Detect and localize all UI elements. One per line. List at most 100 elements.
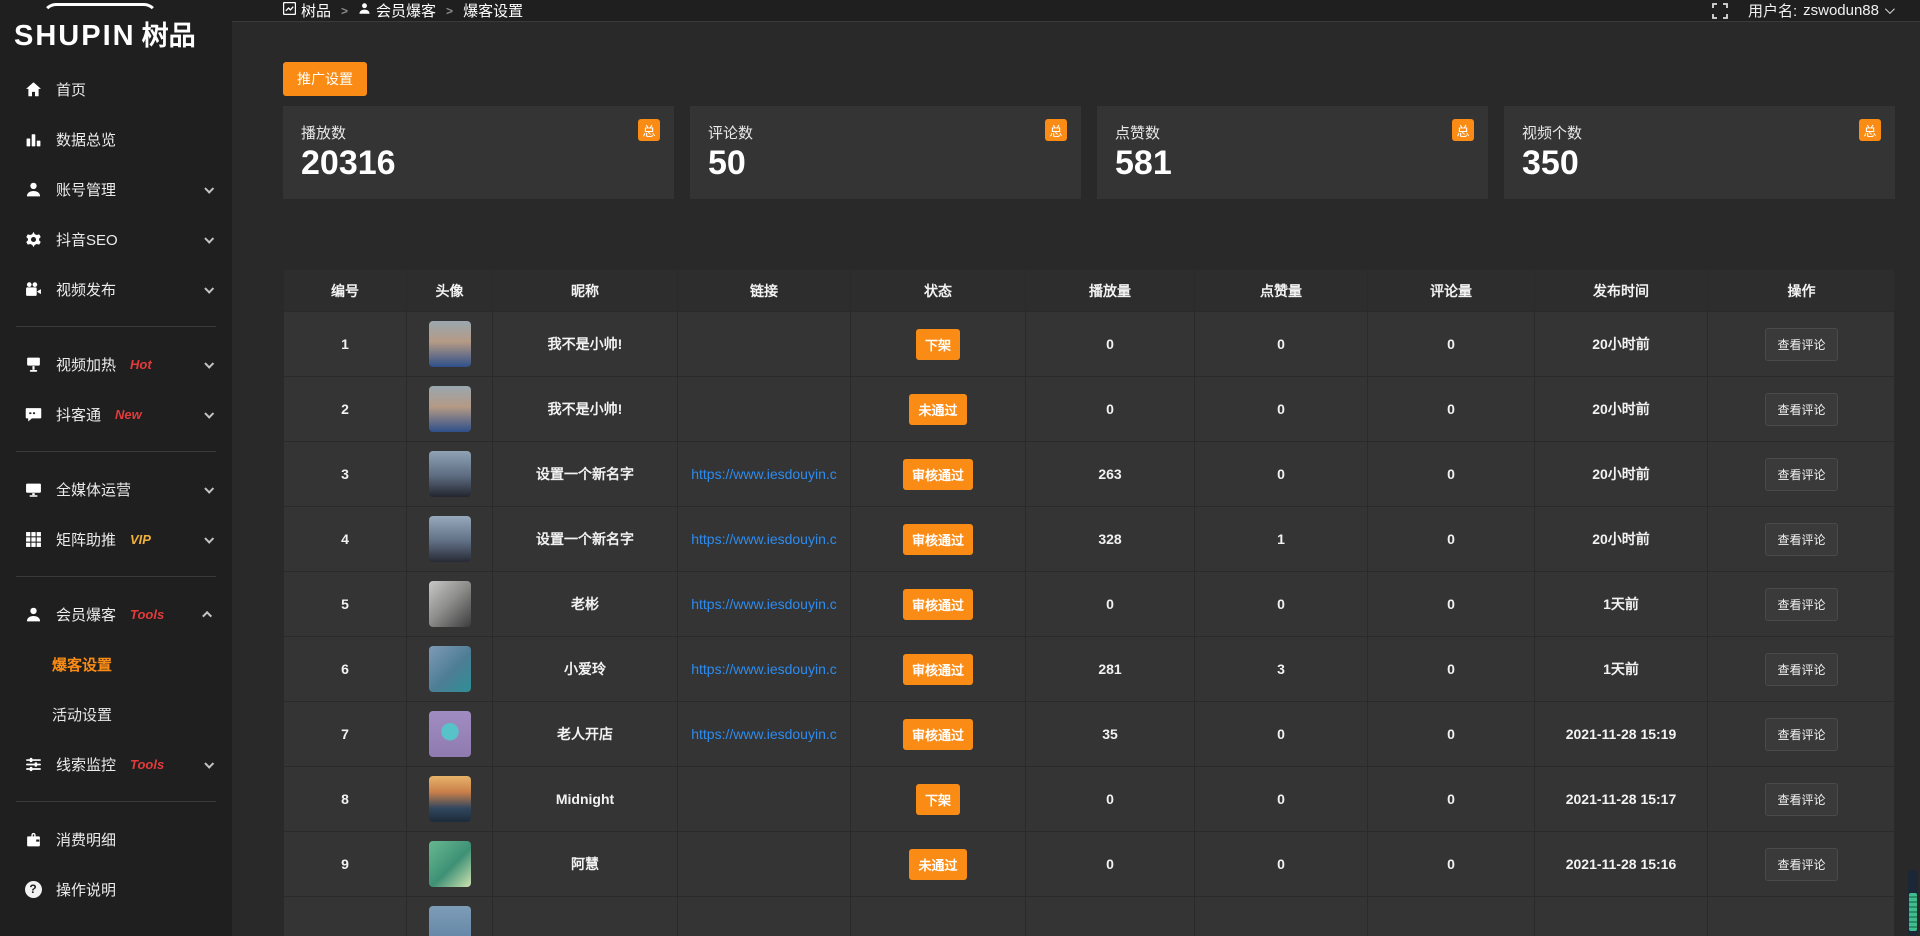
question-circle-icon: ? [24,881,42,898]
video-link[interactable] [678,377,851,441]
cell-likes [1195,897,1368,936]
bar-chart-icon [24,131,42,148]
dashboard-icon [283,2,296,19]
briefcase-icon [24,831,42,848]
cell-nickname: 设置一个新名字 [493,507,678,571]
sidebar-item-media-ops[interactable]: 全媒体运营 [0,464,232,514]
chevron-up-icon [202,610,212,620]
sidebar-item-matrix-boost[interactable]: 矩阵助推 VIP [0,514,232,564]
cell-nickname: 阿慧 [493,832,678,896]
sidebar-item-home[interactable]: 首页 [0,64,232,114]
cell-status: 未通过 [851,832,1026,896]
cell-status: 下架 [851,767,1026,831]
cell-time: 1天前 [1535,637,1708,701]
total-badge: 总 [638,119,660,141]
submenu-item-label: 活动设置 [52,704,112,725]
breadcrumb: 树品 > 会员爆客 > 爆客设置 [283,0,523,21]
breadcrumb-item-member-baoke[interactable]: 会员爆客 [358,0,436,21]
status-badge: 审核通过 [903,459,973,490]
caret-down-icon [1885,4,1895,14]
cell-id: 5 [284,572,407,636]
video-link[interactable]: https://www.iesdouyin.c [678,702,851,766]
scrollbar-thumb[interactable] [1909,893,1917,931]
sidebar-item-douyin-seo[interactable]: 抖音SEO [0,214,232,264]
sidebar-item-clue-monitor[interactable]: 线索监控 Tools [0,739,232,789]
sidebar-item-doukertong[interactable]: 抖客通 New [0,389,232,439]
cell-comments: 0 [1368,377,1535,441]
col-header-nickname: 昵称 [493,270,678,311]
cell-action: 查看评论 [1708,702,1895,766]
total-badge: 总 [1859,119,1881,141]
status-badge: 审核通过 [903,719,973,750]
sidebar-item-data-overview[interactable]: 数据总览 [0,114,232,164]
view-comments-button[interactable]: 查看评论 [1765,718,1837,751]
sidebar-item-video-heat[interactable]: 视频加热 Hot [0,339,232,389]
sidebar-item-label: 抖客通 [56,404,101,425]
sidebar-item-label: 数据总览 [56,129,116,150]
view-comments-button[interactable]: 查看评论 [1765,783,1837,816]
promo-settings-button[interactable]: 推广设置 [283,62,367,96]
chevron-down-icon [204,183,214,193]
view-comments-button[interactable]: 查看评论 [1765,523,1837,556]
cell-id: 7 [284,702,407,766]
view-comments-button[interactable]: 查看评论 [1765,588,1837,621]
cell-comments: 0 [1368,637,1535,701]
cell-time: 20小时前 [1535,377,1708,441]
person-icon [358,2,371,19]
sidebar-item-help[interactable]: ? 操作说明 [0,864,232,914]
cell-likes: 0 [1195,377,1368,441]
cell-likes: 0 [1195,442,1368,506]
video-link[interactable]: https://www.iesdouyin.c [678,442,851,506]
video-link[interactable] [678,832,851,896]
cell-action: 查看评论 [1708,832,1895,896]
fullscreen-icon[interactable] [1712,3,1728,19]
sidebar-subitem-activity-settings[interactable]: 活动设置 [0,689,232,739]
home-icon [24,81,42,98]
sidebar-subitem-baoke-settings[interactable]: 爆客设置 [0,639,232,689]
view-comments-button[interactable]: 查看评论 [1765,393,1837,426]
col-header-status: 状态 [851,270,1026,311]
video-link[interactable]: https://www.iesdouyin.c [678,572,851,636]
view-comments-button[interactable]: 查看评论 [1765,328,1837,361]
sidebar-item-member-baoke[interactable]: 会员爆客 Tools [0,589,232,639]
status-badge: 下架 [916,329,960,360]
view-comments-button[interactable]: 查看评论 [1765,458,1837,491]
cell-id: 1 [284,312,407,376]
cell-plays: 0 [1026,312,1195,376]
breadcrumb-separator: > [446,4,453,18]
user-menu[interactable]: 用户名: zswodun88 [1748,0,1892,21]
col-header-link: 链接 [678,270,851,311]
menu-divider [16,451,216,452]
cell-nickname: 我不是小帅! [493,377,678,441]
stat-value: 350 [1522,144,1877,183]
col-header-id: 编号 [284,270,407,311]
chevron-down-icon [204,233,214,243]
status-badge: 审核通过 [903,524,973,555]
video-link[interactable] [678,312,851,376]
sliders-icon [24,756,42,773]
breadcrumb-item-home[interactable]: 树品 [283,0,331,21]
sidebar-item-label: 会员爆客 [56,604,116,625]
cell-avatar [407,832,493,896]
status-badge: 未通过 [909,849,966,880]
view-comments-button[interactable]: 查看评论 [1765,653,1837,686]
cell-comments: 0 [1368,442,1535,506]
view-comments-button[interactable]: 查看评论 [1765,848,1837,881]
cell-avatar [407,637,493,701]
scrollbar[interactable] [1908,870,1918,936]
sidebar-item-video-publish[interactable]: 视频发布 [0,264,232,314]
table-row: 1 我不是小帅! 下架 0 0 0 20小时前 查看评论 [284,312,1894,377]
cell-avatar [407,897,493,936]
video-link[interactable]: https://www.iesdouyin.c [678,507,851,571]
video-link[interactable]: https://www.iesdouyin.c [678,637,851,701]
table-row: 9 阿慧 未通过 0 0 0 2021-11-28 15:16 查看评论 [284,832,1894,897]
col-header-plays: 播放量 [1026,270,1195,311]
avatar-image [429,906,471,936]
col-header-comments: 评论量 [1368,270,1535,311]
cell-comments: 0 [1368,767,1535,831]
video-link[interactable] [678,767,851,831]
sidebar-item-account[interactable]: 账号管理 [0,164,232,214]
sidebar-item-expense-detail[interactable]: 消费明细 [0,814,232,864]
table-row: 5 老彬 https://www.iesdouyin.c 审核通过 0 0 0 … [284,572,1894,637]
sidebar-item-label: 首页 [56,79,86,100]
